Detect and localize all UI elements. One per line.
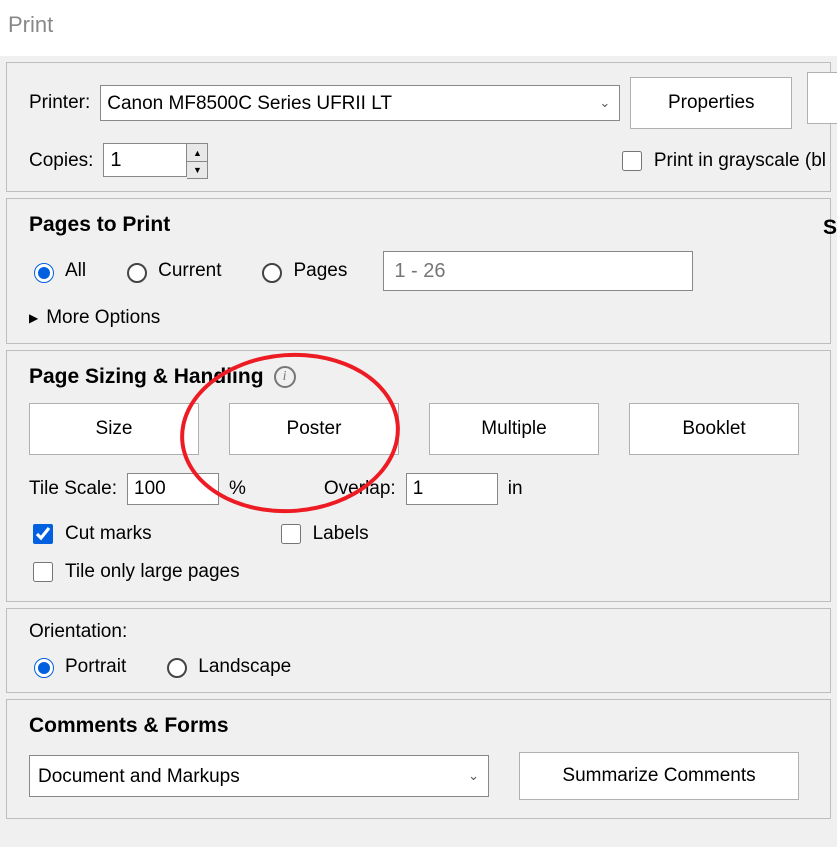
comments-panel: Comments & Forms Document and Markups ⌄ … bbox=[6, 699, 831, 819]
pages-radio-group: All Current Pages bbox=[29, 251, 816, 291]
landscape-option[interactable]: Landscape bbox=[162, 655, 291, 678]
triangle-right-icon: ▶ bbox=[29, 311, 38, 325]
cut-marks-option[interactable]: Cut marks bbox=[29, 521, 152, 547]
truncated-side-label: S bbox=[823, 216, 837, 240]
printer-label: Printer: bbox=[29, 92, 90, 114]
printer-select[interactable]: Canon MF8500C Series UFRII LT bbox=[100, 85, 620, 121]
overlap-unit: in bbox=[508, 478, 523, 500]
orientation-radio-group: Portrait Landscape bbox=[29, 655, 816, 678]
summarize-comments-button[interactable]: Summarize Comments bbox=[519, 752, 799, 800]
orientation-section-title: Orientation: bbox=[29, 621, 816, 643]
sizing-section-title: Page Sizing & Handling i bbox=[29, 365, 816, 389]
pages-range-input[interactable] bbox=[383, 251, 693, 291]
dialog-title: Print bbox=[0, 0, 837, 56]
more-options-label: More Options bbox=[46, 307, 160, 329]
grayscale-checkbox[interactable] bbox=[622, 151, 642, 171]
copies-input[interactable] bbox=[103, 143, 187, 177]
pages-current-radio[interactable] bbox=[127, 263, 147, 283]
overlap-input[interactable] bbox=[406, 473, 498, 505]
tile-scale-label: Tile Scale: bbox=[29, 478, 117, 500]
tile-scale-input[interactable] bbox=[127, 473, 219, 505]
landscape-radio[interactable] bbox=[167, 658, 187, 678]
labels-checkbox[interactable] bbox=[281, 524, 301, 544]
properties-button[interactable]: Properties bbox=[630, 77, 792, 129]
sizing-section-text: Page Sizing & Handling bbox=[29, 365, 264, 389]
sizing-panel: Page Sizing & Handling i Size Poster Mul… bbox=[6, 350, 831, 602]
comments-section-title: Comments & Forms bbox=[29, 714, 816, 738]
pages-panel: Pages to Print All Current Pages ▶ More … bbox=[6, 198, 831, 344]
sizing-button-group: Size Poster Multiple Booklet bbox=[29, 403, 816, 455]
pages-all-radio[interactable] bbox=[34, 263, 54, 283]
grayscale-label: Print in grayscale (bl bbox=[654, 150, 826, 172]
copies-label: Copies: bbox=[29, 150, 93, 172]
labels-option[interactable]: Labels bbox=[277, 521, 369, 547]
copies-spinner: ▲ ▼ bbox=[187, 143, 208, 179]
tile-only-option[interactable]: Tile only large pages bbox=[29, 559, 240, 585]
overlap-label: Overlap: bbox=[324, 478, 396, 500]
orientation-panel: Orientation: Portrait Landscape bbox=[6, 608, 831, 693]
booklet-button[interactable]: Booklet bbox=[629, 403, 799, 455]
pages-all-label: All bbox=[65, 260, 86, 282]
portrait-label: Portrait bbox=[65, 656, 126, 678]
cut-marks-checkbox[interactable] bbox=[33, 524, 53, 544]
more-options-toggle[interactable]: ▶ More Options bbox=[29, 307, 160, 329]
copies-up-button[interactable]: ▲ bbox=[187, 144, 207, 161]
grayscale-option[interactable]: Print in grayscale (bl bbox=[618, 148, 826, 174]
pages-range-label: Pages bbox=[293, 260, 347, 282]
portrait-radio[interactable] bbox=[34, 658, 54, 678]
poster-button[interactable]: Poster bbox=[229, 403, 399, 455]
pages-all-option[interactable]: All bbox=[29, 260, 86, 283]
printer-panel: Printer: Canon MF8500C Series UFRII LT ⌄… bbox=[6, 62, 831, 192]
tile-scale-unit: % bbox=[229, 478, 246, 500]
partial-button-right[interactable] bbox=[807, 72, 837, 124]
portrait-option[interactable]: Portrait bbox=[29, 655, 126, 678]
tile-only-label: Tile only large pages bbox=[65, 561, 240, 583]
cut-marks-label: Cut marks bbox=[65, 523, 152, 545]
pages-range-option[interactable]: Pages bbox=[257, 260, 347, 283]
labels-label: Labels bbox=[313, 523, 369, 545]
copies-down-button[interactable]: ▼ bbox=[187, 161, 207, 178]
multiple-button[interactable]: Multiple bbox=[429, 403, 599, 455]
pages-current-option[interactable]: Current bbox=[122, 260, 221, 283]
landscape-label: Landscape bbox=[198, 656, 291, 678]
comments-select[interactable]: Document and Markups bbox=[29, 755, 489, 797]
pages-section-title: Pages to Print bbox=[29, 213, 816, 237]
size-button[interactable]: Size bbox=[29, 403, 199, 455]
pages-range-radio[interactable] bbox=[262, 263, 282, 283]
info-icon[interactable]: i bbox=[274, 366, 296, 388]
tile-only-checkbox[interactable] bbox=[33, 562, 53, 582]
pages-current-label: Current bbox=[158, 260, 221, 282]
